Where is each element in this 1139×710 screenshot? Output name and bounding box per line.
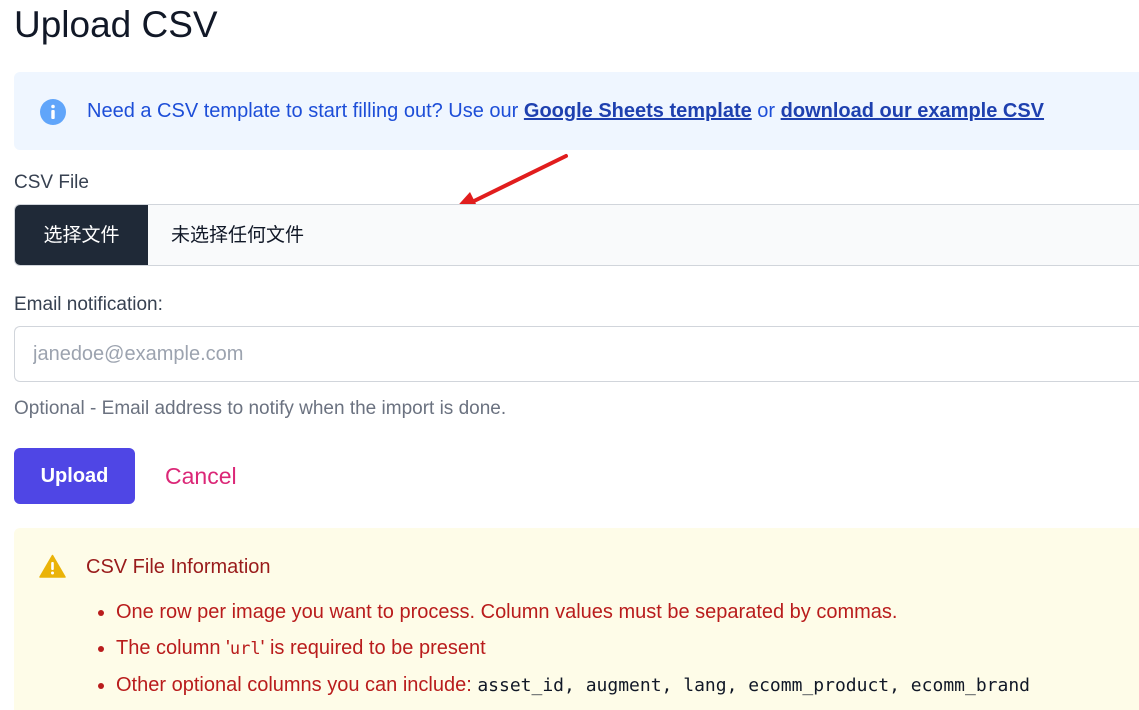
info-icon [40,99,66,125]
list-item: Other optional columns you can include: … [116,667,1030,704]
file-selection-status: 未选择任何文件 [171,224,305,246]
csv-info-title: CSV File Information [86,556,271,578]
info-banner-message: Need a CSV template to start filling out… [87,100,524,122]
list-item: The column 'url' is required to be prese… [116,630,1030,667]
email-notification-label: Email notification: [14,294,163,315]
warning-icon [39,554,66,578]
list-item-text: Other optional columns you can include: [116,674,478,696]
cancel-button[interactable]: Cancel [165,461,237,491]
info-banner-text: Need a CSV template to start filling out… [87,98,1044,124]
page-title: Upload CSV [14,4,218,45]
info-banner-or: or [751,100,781,122]
csv-file-label: CSV File [14,172,89,193]
list-item-text: One row per image you want to process. C… [116,601,898,623]
csv-file-information-box: CSV File Information One row per image y… [14,528,1139,710]
choose-file-button[interactable]: 选择文件 [15,205,148,265]
csv-file-input[interactable]: 选择文件 未选择任何文件 [14,204,1139,266]
list-item: One row per image you want to process. C… [116,594,1030,630]
download-example-csv-link[interactable]: download our example CSV [781,100,1044,122]
upload-csv-page: Upload CSV Need a CSV template to start … [0,0,1139,710]
google-sheets-template-link[interactable]: Google Sheets template [524,100,752,122]
list-item-text: The column ' [116,637,230,659]
upload-button[interactable]: Upload [14,448,135,504]
email-field[interactable] [14,326,1139,382]
csv-info-list: One row per image you want to process. C… [86,594,1030,704]
list-item-text: ' is required to be present [260,637,486,659]
email-help-text: Optional - Email address to notify when … [14,398,507,419]
template-info-banner: Need a CSV template to start filling out… [14,72,1139,150]
optional-columns-code: asset_id, augment, lang, ecomm_product, … [477,675,1031,696]
url-column-code: url [229,639,261,659]
